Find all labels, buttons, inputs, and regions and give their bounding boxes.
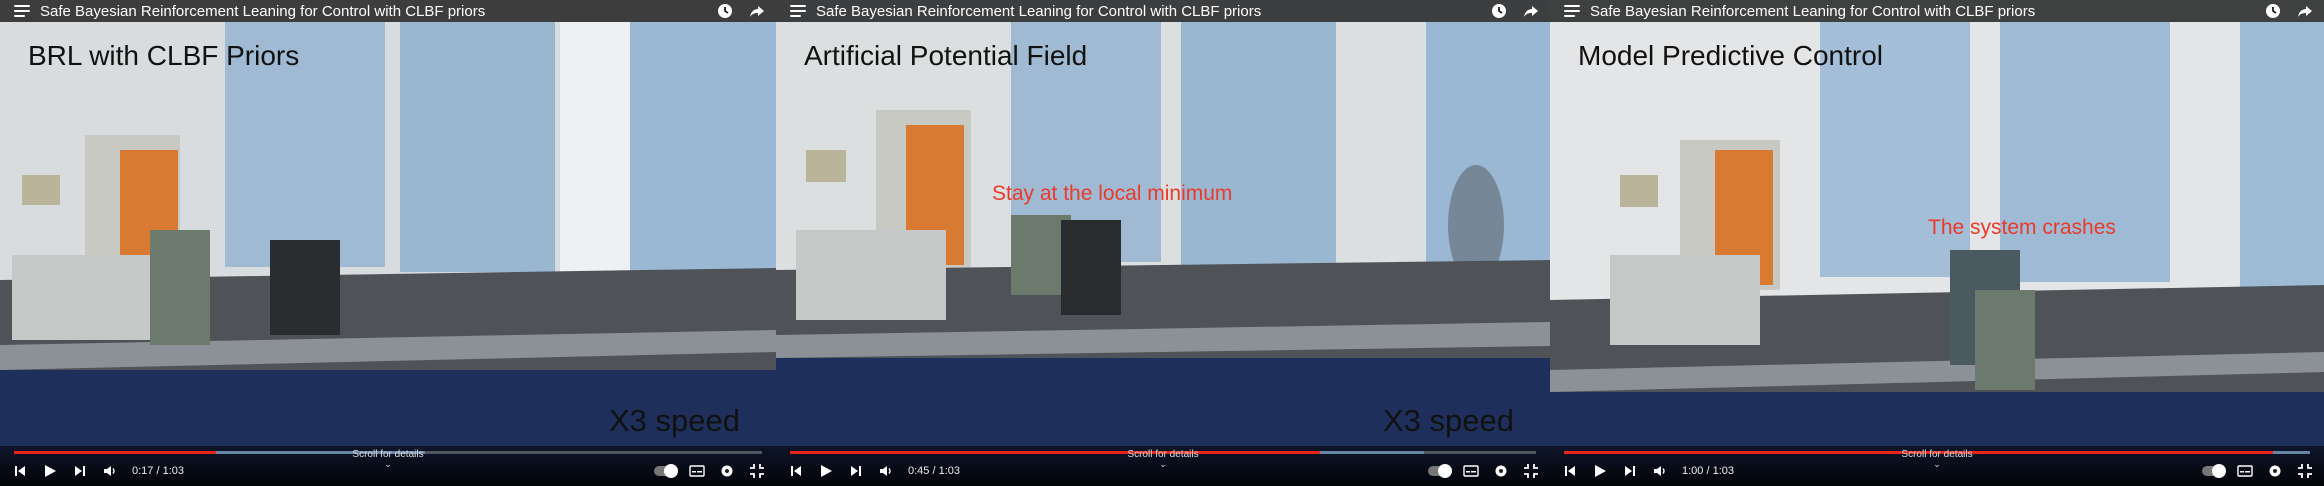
share-icon[interactable] <box>2296 2 2314 20</box>
lab-scene <box>1550 0 2324 486</box>
time-display: 1:00 / 1:03 <box>1682 465 1734 477</box>
skip-previous-icon[interactable] <box>10 461 30 481</box>
volume-icon[interactable] <box>100 461 120 481</box>
scroll-for-details[interactable]: Scroll for details ⌄ <box>352 449 423 469</box>
skip-next-icon[interactable] <box>846 461 866 481</box>
volume-icon[interactable] <box>876 461 896 481</box>
video-player-1[interactable]: BRL with CLBF Priors X3 speed Safe Bayes… <box>0 0 776 486</box>
clock-icon[interactable] <box>716 2 734 20</box>
video-player-3[interactable]: Model Predictive Control The system cras… <box>1550 0 2324 486</box>
autoplay-toggle-icon[interactable] <box>2202 464 2226 478</box>
autoplay-toggle-icon[interactable] <box>654 464 678 478</box>
scroll-for-details[interactable]: Scroll for details ⌄ <box>1127 449 1198 469</box>
player-controls: 0:17 / 1:03 Scroll for details ⌄ <box>0 446 776 486</box>
skip-previous-icon[interactable] <box>786 461 806 481</box>
scroll-for-details[interactable]: Scroll for details ⌄ <box>1901 449 1972 469</box>
clock-icon[interactable] <box>1490 2 1508 20</box>
method-title: Model Predictive Control <box>1578 40 1884 71</box>
time-display: 0:17 / 1:03 <box>132 465 184 477</box>
time-display: 0:45 / 1:03 <box>908 465 960 477</box>
player-top-bar: Safe Bayesian Reinforcement Leaning for … <box>1550 0 2324 22</box>
video-title[interactable]: Safe Bayesian Reinforcement Leaning for … <box>1590 3 2035 20</box>
video-frame[interactable] <box>1550 0 2324 486</box>
video-title[interactable]: Safe Bayesian Reinforcement Leaning for … <box>816 3 1261 20</box>
method-title: Artificial Potential Field <box>804 40 1088 71</box>
skip-next-icon[interactable] <box>70 461 90 481</box>
subtitles-icon[interactable] <box>1462 462 1480 480</box>
subtitles-icon[interactable] <box>2236 462 2254 480</box>
speed-label: X3 speed <box>609 403 740 438</box>
gear-icon[interactable] <box>718 462 736 480</box>
result-note: The system crashes <box>1928 216 2116 239</box>
exit-fullscreen-icon[interactable] <box>1522 462 1540 480</box>
menu-icon[interactable] <box>14 3 30 19</box>
player-controls: 0:45 / 1:03 Scroll for details ⌄ <box>776 446 1550 486</box>
gear-icon[interactable] <box>1492 462 1510 480</box>
play-icon[interactable] <box>40 461 60 481</box>
menu-icon[interactable] <box>1564 3 1580 19</box>
volume-icon[interactable] <box>1650 461 1670 481</box>
video-title[interactable]: Safe Bayesian Reinforcement Leaning for … <box>40 3 485 20</box>
player-top-bar: Safe Bayesian Reinforcement Leaning for … <box>776 0 1550 22</box>
play-icon[interactable] <box>1590 461 1610 481</box>
exit-fullscreen-icon[interactable] <box>748 462 766 480</box>
skip-previous-icon[interactable] <box>1560 461 1580 481</box>
exit-fullscreen-icon[interactable] <box>2296 462 2314 480</box>
video-player-2[interactable]: Artificial Potential Field Stay at the l… <box>776 0 1550 486</box>
subtitles-icon[interactable] <box>688 462 706 480</box>
gear-icon[interactable] <box>2266 462 2284 480</box>
clock-icon[interactable] <box>2264 2 2282 20</box>
played-fill <box>790 451 1320 454</box>
share-icon[interactable] <box>748 2 766 20</box>
result-note: Stay at the local minimum <box>992 182 1233 205</box>
chevron-down-icon: ⌄ <box>1933 459 1941 469</box>
speed-label: X3 speed <box>1383 403 1514 438</box>
menu-icon[interactable] <box>790 3 806 19</box>
played-fill <box>14 451 216 454</box>
share-icon[interactable] <box>1522 2 1540 20</box>
chevron-down-icon: ⌄ <box>384 459 392 469</box>
play-icon[interactable] <box>816 461 836 481</box>
chevron-down-icon: ⌄ <box>1159 459 1167 469</box>
player-top-bar: Safe Bayesian Reinforcement Leaning for … <box>0 0 776 22</box>
player-controls: 1:00 / 1:03 Scroll for details ⌄ <box>1550 446 2324 486</box>
method-title: BRL with CLBF Priors <box>28 40 300 71</box>
skip-next-icon[interactable] <box>1620 461 1640 481</box>
autoplay-toggle-icon[interactable] <box>1428 464 1452 478</box>
